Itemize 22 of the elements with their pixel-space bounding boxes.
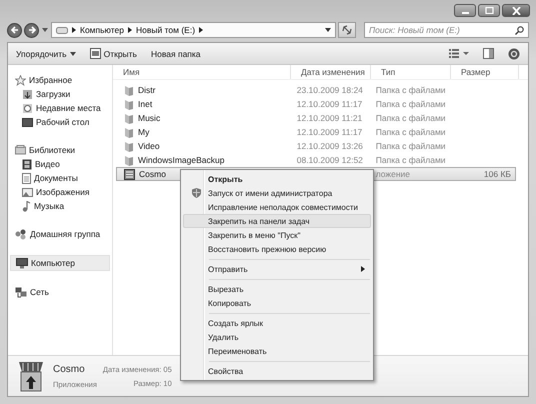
file-type: Папка с файлами xyxy=(376,113,446,123)
file-type: Папка с файлами xyxy=(376,155,446,165)
file-date: 08.10.2009 12:52 xyxy=(296,155,363,165)
file-name: My xyxy=(138,127,150,137)
file-type: Папка с файлами xyxy=(376,99,446,109)
file-type: Папка с файлами xyxy=(376,85,446,95)
file-type: Папка с файлами xyxy=(376,127,446,137)
file-name: Distr xyxy=(138,85,156,95)
file-date: 12.10.2009 11:17 xyxy=(296,127,362,137)
file-name: WindowsImageBackup xyxy=(138,155,224,165)
file-size: 106 КБ xyxy=(484,169,511,179)
file-date: 12.10.2009 11:21 xyxy=(296,113,362,123)
file-type: Папка с файлами xyxy=(376,141,446,151)
file-name: Cosmo xyxy=(139,169,166,179)
file-date: 12.10.2009 11:17 xyxy=(296,99,362,109)
file-name: Video xyxy=(138,141,160,151)
file-name: Cosmo xyxy=(53,364,86,374)
file-type: ложение xyxy=(376,169,410,179)
file-date: 23.10.2009 18:24 xyxy=(296,85,363,95)
file-date: 12.10.2009 13:26 xyxy=(296,141,363,151)
file-name: Music xyxy=(138,113,160,123)
file-name: Inet xyxy=(138,99,152,109)
